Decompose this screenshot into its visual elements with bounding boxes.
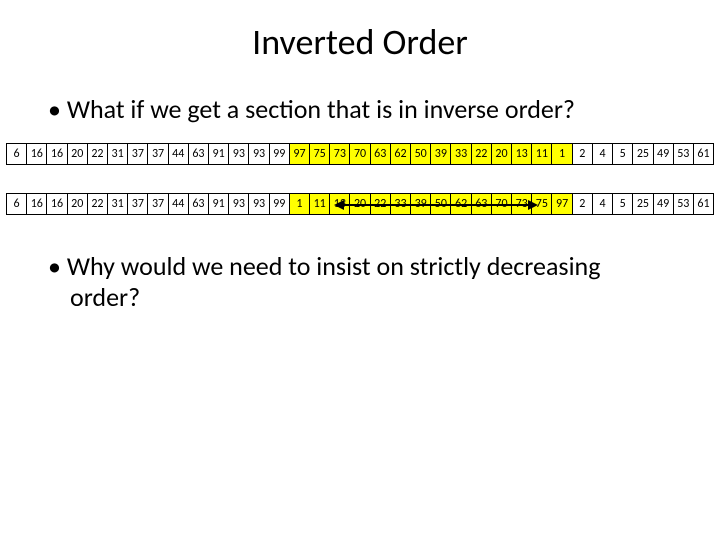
- array-cell: 5: [613, 194, 633, 214]
- array-cell: 61: [694, 194, 714, 214]
- array-cell: 61: [694, 144, 714, 164]
- array-cell: 4: [593, 194, 613, 214]
- array-cell: 20: [68, 194, 88, 214]
- array-cell: 91: [209, 194, 229, 214]
- bullet-inverse-question: What if we get a section that is in inve…: [0, 94, 720, 125]
- bullet-strictly-decreasing: Why would we need to insist on strictly …: [0, 251, 720, 313]
- array-cell: 62: [391, 144, 411, 164]
- array-cell: 33: [451, 144, 471, 164]
- array-cell: 37: [128, 194, 148, 214]
- array-cell: 75: [310, 144, 330, 164]
- array-row-before: 6161620223137374463919393999775737063625…: [6, 143, 714, 165]
- array-cell: 93: [229, 194, 249, 214]
- array-cell: 44: [169, 194, 189, 214]
- array-cell: 16: [47, 194, 67, 214]
- array-cell: 11: [310, 194, 330, 214]
- array-cell: 70: [350, 144, 370, 164]
- array-cell: 11: [532, 144, 552, 164]
- slide-title: Inverted Order: [0, 0, 720, 94]
- array-cell: 97: [290, 144, 310, 164]
- array-cell: 6: [7, 194, 27, 214]
- array-cell: 93: [249, 144, 269, 164]
- array-cell: 1: [552, 144, 572, 164]
- bidirectional-arrow: [334, 198, 538, 212]
- array-cell: 63: [189, 194, 209, 214]
- array-cell: 20: [68, 144, 88, 164]
- array-cell: 63: [189, 144, 209, 164]
- array-cell: 63: [371, 144, 391, 164]
- array-cell: 25: [633, 144, 653, 164]
- array-cell: 5: [613, 144, 633, 164]
- array-cell: 37: [148, 144, 168, 164]
- array-cell: 22: [472, 144, 492, 164]
- array-cell: 53: [674, 144, 694, 164]
- array-cell: 4: [593, 144, 613, 164]
- array-cell: 91: [209, 144, 229, 164]
- array-cell: 49: [654, 144, 674, 164]
- array-cell: 49: [654, 194, 674, 214]
- array-cell: 13: [512, 144, 532, 164]
- array-cell: 2: [573, 144, 593, 164]
- array-cell: 73: [330, 144, 350, 164]
- array-cell: 2: [573, 194, 593, 214]
- array-cell: 93: [229, 144, 249, 164]
- array-cell: 39: [431, 144, 451, 164]
- array-cell: 16: [27, 194, 47, 214]
- array-cell: 37: [128, 144, 148, 164]
- array-cell: 6: [7, 144, 27, 164]
- array-cell: 53: [674, 194, 694, 214]
- array-cell: 37: [148, 194, 168, 214]
- array-cell: 1: [290, 194, 310, 214]
- array-cell: 31: [108, 144, 128, 164]
- array-cell: 16: [27, 144, 47, 164]
- array-cell: 22: [88, 194, 108, 214]
- array-cell: 20: [492, 144, 512, 164]
- array-cell: 93: [249, 194, 269, 214]
- array-cell: 99: [270, 144, 290, 164]
- array-cell: 99: [270, 194, 290, 214]
- array-cell: 16: [47, 144, 67, 164]
- arrow-line: [341, 204, 531, 206]
- array-cell: 97: [552, 194, 572, 214]
- arrowhead-right-icon: [528, 200, 538, 210]
- array-cell: 22: [88, 144, 108, 164]
- array-cell: 25: [633, 194, 653, 214]
- array-cell: 50: [411, 144, 431, 164]
- array-cell: 44: [169, 144, 189, 164]
- array-cell: 31: [108, 194, 128, 214]
